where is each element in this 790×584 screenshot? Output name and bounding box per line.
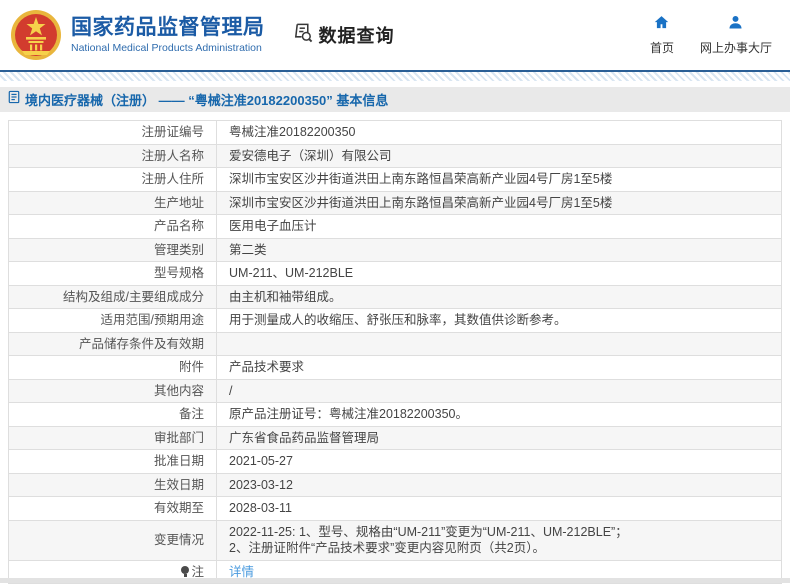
row-label: 生产地址 <box>8 190 217 215</box>
row-value: 用于测量成人的收缩压、舒张压和脉率，其数值供诊断参考。 <box>216 308 782 333</box>
data-query-icon <box>291 21 314 49</box>
nav-home[interactable]: 首页 <box>650 14 674 56</box>
row-value: UM-211、UM-212BLE <box>216 261 782 286</box>
table-row: 注册人名称 爱安德电子（深圳）有限公司 <box>8 143 782 168</box>
footer-strip <box>0 578 790 583</box>
table-row: 注册证编号 粤械注准20182200350 <box>8 120 782 145</box>
page: 国家药品监督管理局 National Medical Products Admi… <box>0 0 790 584</box>
table-row: 其他内容 / <box>8 378 782 403</box>
table-wrap: 注册证编号 粤械注准20182200350 注册人名称 爱安德电子（深圳）有限公… <box>0 112 790 584</box>
row-value: 2022-11-25: 1、型号、规格由“UM-211”变更为“UM-211、U… <box>216 519 782 561</box>
row-label: 适用范围/预期用途 <box>8 308 217 333</box>
row-label: 管理类别 <box>8 237 217 262</box>
row-label: 其他内容 <box>8 378 217 403</box>
row-label: 有效期至 <box>8 496 217 521</box>
row-value: 爱安德电子（深圳）有限公司 <box>216 143 782 168</box>
table-row: 变更情况 2022-11-25: 1、型号、规格由“UM-211”变更为“UM-… <box>8 519 782 561</box>
table-row: 生效日期 2023-03-12 <box>8 472 782 497</box>
table-row: 附件 产品技术要求 <box>8 355 782 380</box>
site-header: 国家药品监督管理局 National Medical Products Admi… <box>0 0 790 70</box>
row-label: 型号规格 <box>8 261 217 286</box>
row-value: 2023-03-12 <box>216 472 782 497</box>
row-value: 由主机和袖带组成。 <box>216 284 782 309</box>
info-table: 注册证编号 粤械注准20182200350 注册人名称 爱安德电子（深圳）有限公… <box>8 120 782 584</box>
row-label: 结构及组成/主要组成成分 <box>8 284 217 309</box>
table-row: 注册人住所 深圳市宝安区沙井街道洪田上南东路恒昌荣高新产业园4号厂房1至5楼 <box>8 167 782 192</box>
table-row: 生产地址 深圳市宝安区沙井街道洪田上南东路恒昌荣高新产业园4号厂房1至5楼 <box>8 190 782 215</box>
table-row: 备注 原产品注册证号：粤械注准20182200350。 <box>8 402 782 427</box>
row-value: / <box>216 378 782 403</box>
table-row: 产品名称 医用电子血压计 <box>8 214 782 239</box>
row-value: 广东省食品药品监督管理局 <box>216 425 782 450</box>
row-value: 2021-05-27 <box>216 449 782 474</box>
row-value: 深圳市宝安区沙井街道洪田上南东路恒昌荣高新产业园4号厂房1至5楼 <box>216 190 782 215</box>
detail-link[interactable]: 详情 <box>229 565 254 579</box>
breadcrumb: 境内医疗器械（注册） —— “粤械注准20182200350” 基本信息 <box>0 87 790 112</box>
row-label: 批准日期 <box>8 449 217 474</box>
info-table-body: 注册证编号 粤械注准20182200350 注册人名称 爱安德电子（深圳）有限公… <box>8 120 782 584</box>
row-label: 附件 <box>8 355 217 380</box>
home-icon <box>653 14 670 36</box>
row-value: 深圳市宝安区沙井街道洪田上南东路恒昌荣高新产业园4号厂房1至5楼 <box>216 167 782 192</box>
row-value: 原产品注册证号：粤械注准20182200350。 <box>216 402 782 427</box>
row-label: 注册人住所 <box>8 167 217 192</box>
table-row: 型号规格 UM-211、UM-212BLE <box>8 261 782 286</box>
table-row: 适用范围/预期用途 用于测量成人的收缩压、舒张压和脉率，其数值供诊断参考。 <box>8 308 782 333</box>
stripe-band <box>0 72 790 81</box>
note-bulb-icon <box>181 565 190 577</box>
table-row: 管理类别 第二类 <box>8 237 782 262</box>
table-row: 审批部门 广东省食品药品监督管理局 <box>8 425 782 450</box>
row-value: 医用电子血压计 <box>216 214 782 239</box>
brand: 国家药品监督管理局 National Medical Products Admi… <box>10 9 265 61</box>
data-query-section: 数据查询 <box>291 21 395 49</box>
org-name-cn: 国家药品监督管理局 <box>71 15 265 39</box>
row-label: 注册人名称 <box>8 143 217 168</box>
row-label: 产品储存条件及有效期 <box>8 331 217 356</box>
row-value: 产品技术要求 <box>216 355 782 380</box>
table-row: 批准日期 2021-05-27 <box>8 449 782 474</box>
data-query-title: 数据查询 <box>318 26 395 46</box>
document-icon <box>8 90 20 109</box>
nav-service-hall-label: 网上办事大厅 <box>699 41 772 55</box>
national-emblem-logo <box>10 9 62 61</box>
row-value: 2028-03-11 <box>216 496 782 521</box>
table-row: 产品储存条件及有效期 <box>8 331 782 356</box>
org-name-en: National Medical Products Administration <box>71 41 262 54</box>
table-row: 有效期至 2028-03-11 <box>8 496 782 521</box>
row-label: 变更情况 <box>8 519 217 561</box>
row-label: 注册证编号 <box>8 120 217 145</box>
breadcrumb-text: 境内医疗器械（注册） —— “粤械注准20182200350” 基本信息 <box>25 93 389 108</box>
table-row: 结构及组成/主要组成成分 由主机和袖带组成。 <box>8 284 782 309</box>
top-nav: 首页 网上办事大厅 <box>650 14 772 56</box>
row-label: 产品名称 <box>8 214 217 239</box>
row-label: 生效日期 <box>8 472 217 497</box>
nav-home-label: 首页 <box>649 41 674 55</box>
nav-service-hall[interactable]: 网上办事大厅 <box>700 14 772 56</box>
row-value: 第二类 <box>216 237 782 262</box>
row-label: 审批部门 <box>8 425 217 450</box>
brand-text: 国家药品监督管理局 National Medical Products Admi… <box>71 16 265 55</box>
row-value <box>216 331 782 356</box>
row-value: 粤械注准20182200350 <box>216 120 782 145</box>
row-label: 备注 <box>8 402 217 427</box>
person-icon <box>727 14 744 36</box>
